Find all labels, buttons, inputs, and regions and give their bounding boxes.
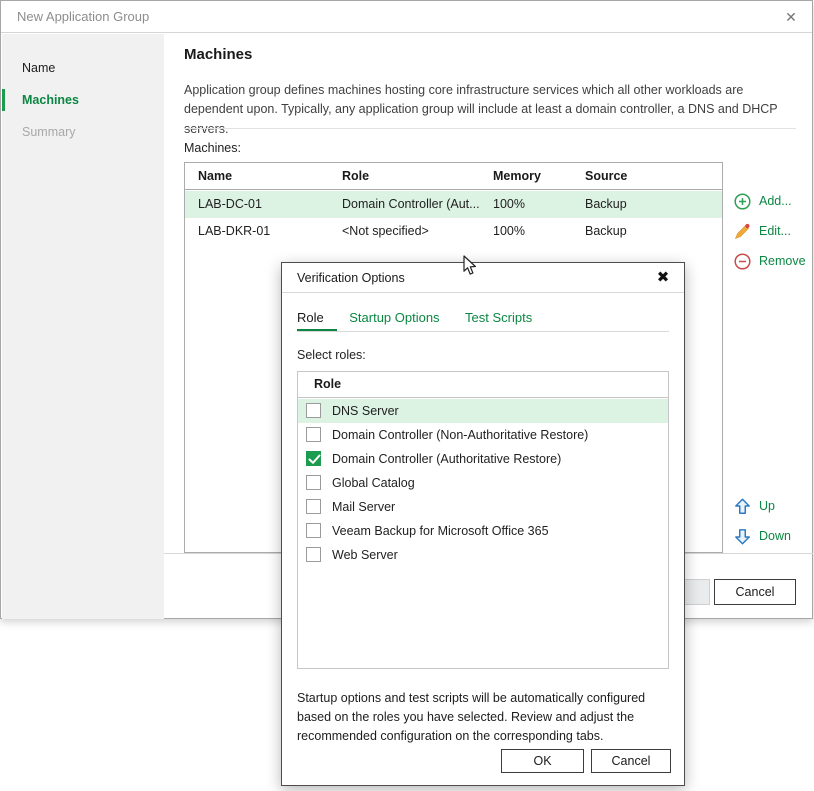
wizard-sidebar: Name Machines Summary bbox=[2, 34, 164, 619]
ok-button[interactable]: OK bbox=[501, 749, 584, 773]
machine-row-lab-dkr-01[interactable]: LAB-DKR-01 <Not specified> 100% Backup bbox=[185, 218, 722, 245]
checkbox-unchecked-icon[interactable] bbox=[306, 403, 321, 418]
checkbox-unchecked-icon[interactable] bbox=[306, 427, 321, 442]
checkbox-checked-icon[interactable] bbox=[306, 451, 321, 466]
cell-source: Backup bbox=[585, 197, 627, 211]
role-row-dc-authoritative[interactable]: Domain Controller (Authoritative Restore… bbox=[298, 447, 668, 471]
role-row-global-catalog[interactable]: Global Catalog bbox=[298, 471, 668, 495]
role-row-web-server[interactable]: Web Server bbox=[298, 543, 668, 567]
role-row-dns-server[interactable]: DNS Server bbox=[298, 399, 668, 423]
cell-role: Domain Controller (Aut... bbox=[342, 197, 480, 211]
tab-startup-options[interactable]: Startup Options bbox=[349, 310, 439, 331]
add-button[interactable]: Add... bbox=[734, 191, 806, 211]
up-button[interactable]: Up bbox=[734, 496, 791, 516]
checkbox-unchecked-icon[interactable] bbox=[306, 499, 321, 514]
roles-table-header: Role bbox=[298, 372, 668, 398]
column-header-memory: Memory bbox=[493, 169, 541, 183]
down-arrow-icon bbox=[734, 528, 751, 545]
cell-name: LAB-DKR-01 bbox=[198, 224, 270, 238]
machines-table-header: Name Role Memory Source bbox=[185, 163, 722, 190]
inner-dialog-title: Verification Options bbox=[297, 263, 405, 293]
close-icon[interactable]: ✕ bbox=[782, 8, 800, 26]
roles-column-header: Role bbox=[314, 377, 341, 391]
inner-close-icon[interactable]: ✖ bbox=[654, 269, 672, 287]
down-button[interactable]: Down bbox=[734, 526, 791, 546]
column-header-source: Source bbox=[585, 169, 627, 183]
screen: New Application Group ✕ Name Machines Su… bbox=[0, 0, 814, 791]
verification-options-dialog: Verification Options ✖ Role Startup Opti… bbox=[281, 262, 685, 786]
machine-row-lab-dc-01[interactable]: LAB-DC-01 Domain Controller (Aut... 100%… bbox=[185, 191, 722, 218]
checkbox-unchecked-icon[interactable] bbox=[306, 475, 321, 490]
checkbox-unchecked-icon[interactable] bbox=[306, 523, 321, 538]
edit-pencil-icon bbox=[734, 223, 751, 240]
section-divider bbox=[184, 128, 796, 129]
edit-button[interactable]: Edit... bbox=[734, 221, 806, 241]
page-title: Machines bbox=[184, 46, 252, 63]
role-row-dc-non-authoritative[interactable]: Domain Controller (Non-Authoritative Res… bbox=[298, 423, 668, 447]
remove-icon bbox=[734, 253, 751, 270]
order-actions: Up Down bbox=[734, 496, 791, 556]
cell-source: Backup bbox=[585, 224, 627, 238]
cancel-button[interactable]: Cancel bbox=[714, 579, 796, 605]
cell-role: <Not specified> bbox=[342, 224, 429, 238]
role-row-veeam-backup-o365[interactable]: Veeam Backup for Microsoft Office 365 bbox=[298, 519, 668, 543]
cell-memory: 100% bbox=[493, 197, 525, 211]
cell-memory: 100% bbox=[493, 224, 525, 238]
add-icon bbox=[734, 193, 751, 210]
remove-button[interactable]: Remove bbox=[734, 251, 806, 271]
sidebar-item-machines[interactable]: Machines bbox=[2, 84, 164, 116]
tab-test-scripts[interactable]: Test Scripts bbox=[465, 310, 532, 331]
column-header-name: Name bbox=[198, 169, 232, 183]
active-step-bar bbox=[2, 89, 5, 111]
column-header-role: Role bbox=[342, 169, 369, 183]
machines-list-label: Machines: bbox=[184, 141, 241, 155]
outer-titlebar: New Application Group ✕ bbox=[1, 1, 812, 33]
tab-role[interactable]: Role bbox=[297, 310, 324, 331]
inner-cancel-button[interactable]: Cancel bbox=[591, 749, 671, 773]
cell-name: LAB-DC-01 bbox=[198, 197, 262, 211]
tab-strip: Role Startup Options Test Scripts bbox=[297, 310, 669, 332]
sidebar-item-name[interactable]: Name bbox=[2, 52, 164, 84]
up-arrow-icon bbox=[734, 498, 751, 515]
checkbox-unchecked-icon[interactable] bbox=[306, 547, 321, 562]
roles-table: Role DNS Server Domain Controller (Non-A… bbox=[297, 371, 669, 669]
machine-actions: Add... Edit... Remove bbox=[734, 191, 806, 281]
inner-titlebar: Verification Options ✖ bbox=[282, 263, 684, 293]
note-text: Startup options and test scripts will be… bbox=[297, 689, 673, 745]
sidebar-item-summary[interactable]: Summary bbox=[2, 116, 164, 148]
page-description: Application group defines machines hosti… bbox=[184, 81, 784, 139]
role-row-mail-server[interactable]: Mail Server bbox=[298, 495, 668, 519]
select-roles-label: Select roles: bbox=[297, 348, 366, 362]
tabs-baseline bbox=[297, 331, 669, 332]
dialog-title: New Application Group bbox=[17, 1, 149, 33]
